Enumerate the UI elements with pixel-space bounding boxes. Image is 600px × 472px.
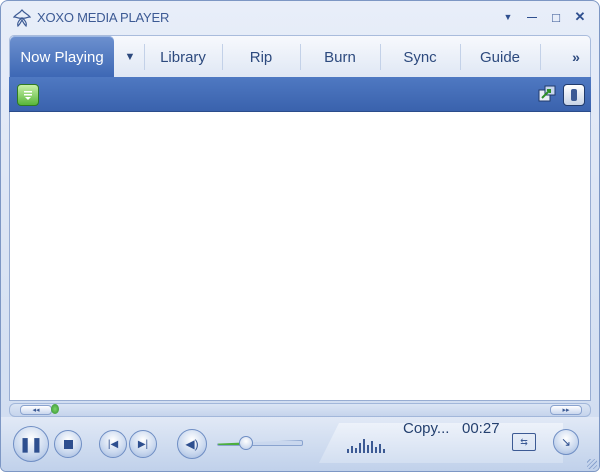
volume-slider[interactable] — [217, 440, 303, 446]
stop-icon — [63, 439, 73, 449]
tab-rip[interactable]: Rip — [222, 36, 300, 78]
switch-view-icon[interactable] — [537, 84, 557, 104]
visualizer-icon — [347, 431, 385, 453]
elapsed-time: 00:27 — [462, 420, 500, 437]
pause-icon: ❚❚ — [19, 435, 43, 452]
window-title: XOXO MEDIA PLAYER — [37, 10, 170, 25]
now-playing-content — [9, 112, 591, 401]
tab-burn[interactable]: Burn — [300, 36, 380, 78]
shuffle-icon[interactable] — [563, 84, 585, 106]
transport-controls: ❚❚ |◀ ▶| ◀) — [1, 417, 599, 471]
title-bar[interactable]: XOXO MEDIA PLAYER ▼ — □ ✕ — [1, 1, 599, 33]
chevron-down-icon: ▼ — [124, 51, 136, 63]
shuffle-icon-glyph — [571, 89, 577, 101]
more-tabs-button[interactable]: » — [562, 36, 590, 78]
speaker-icon: ◀) — [185, 437, 199, 451]
resize-grip[interactable] — [587, 459, 597, 469]
tab-now-playing[interactable]: Now Playing — [10, 36, 114, 78]
next-button[interactable]: ▶| — [129, 430, 157, 458]
xoxo-logo-icon — [12, 9, 32, 28]
pause-button[interactable]: ❚❚ — [13, 426, 49, 462]
switch-view-icon-glyph — [538, 85, 556, 102]
maximize-button[interactable]: □ — [545, 7, 567, 27]
seek-bar[interactable]: ◂◂ ▸▸ — [9, 403, 591, 417]
window-controls: ▼ — □ ✕ — [497, 7, 591, 27]
list-options-icon-glyph — [24, 91, 32, 100]
stop-button[interactable] — [54, 430, 82, 458]
now-playing-toolbar — [9, 77, 591, 112]
tab-bar: Now Playing ▼ Library Rip Burn Sync Guid… — [9, 35, 591, 78]
window-menu-button[interactable]: ▼ — [497, 7, 519, 27]
tab-library[interactable]: Library — [144, 36, 222, 78]
tab-guide[interactable]: Guide — [460, 36, 540, 78]
seek-thumb[interactable] — [51, 404, 59, 414]
close-button[interactable]: ✕ — [569, 7, 591, 27]
next-icon: ▶| — [137, 438, 149, 450]
previous-button[interactable]: |◀ — [99, 430, 127, 458]
media-player-window: XOXO MEDIA PLAYER ▼ — □ ✕ Now Playing ▼ … — [0, 0, 600, 472]
minimize-button[interactable]: — — [521, 7, 543, 27]
tab-sync[interactable]: Sync — [380, 36, 460, 78]
mute-button[interactable]: ◀) — [177, 429, 207, 459]
fast-forward-seek-icon[interactable]: ▸▸ — [550, 405, 582, 415]
status-text: Copy... — [403, 420, 450, 437]
now-playing-dropdown-button[interactable]: ▼ — [116, 36, 144, 78]
previous-icon: |◀ — [107, 438, 119, 450]
rewind-seek-icon[interactable]: ◂◂ — [20, 405, 52, 415]
tab-divider — [540, 44, 541, 70]
compact-mode-icon: ↘ — [560, 435, 572, 449]
repeat-icon[interactable]: ⇆ — [512, 433, 536, 451]
list-options-icon[interactable] — [17, 84, 39, 106]
volume-thumb[interactable] — [239, 436, 253, 450]
compact-mode-button[interactable]: ↘ — [553, 429, 579, 455]
